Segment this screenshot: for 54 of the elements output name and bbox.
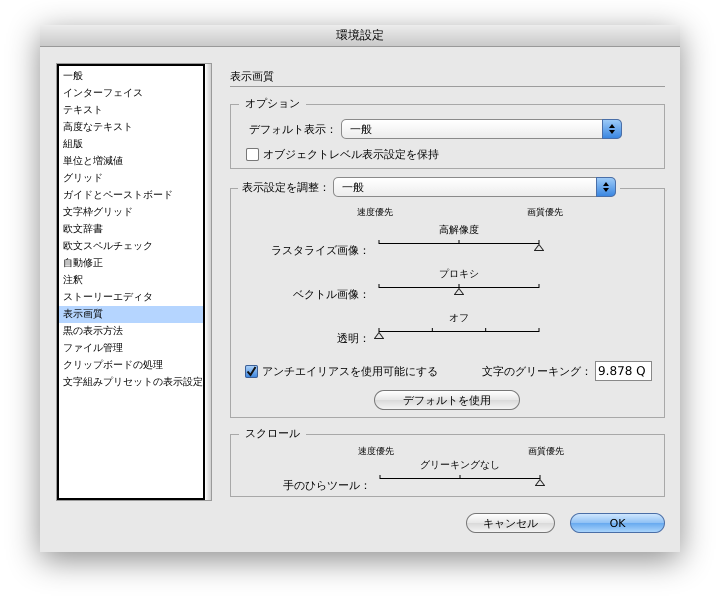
scale-label: 速度優先 bbox=[358, 446, 394, 458]
sidebar-item[interactable]: 注釈 bbox=[59, 272, 203, 289]
checkbox[interactable] bbox=[245, 364, 258, 378]
sidebar-item[interactable]: 表示画質 bbox=[59, 306, 203, 323]
slider-thumb[interactable] bbox=[535, 479, 545, 486]
section-title: 表示画質 bbox=[230, 63, 665, 87]
slider-label: 透明： bbox=[336, 332, 371, 346]
field-label: 表示設定を調整： bbox=[242, 180, 330, 194]
checkbox[interactable] bbox=[246, 148, 259, 161]
dropdown[interactable]: 一般 bbox=[341, 119, 622, 139]
slider-reading: グリーキングなし bbox=[419, 459, 501, 472]
sidebar-item[interactable]: テキスト bbox=[59, 102, 203, 119]
sidebar-item[interactable]: 高度なテキスト bbox=[59, 119, 203, 136]
slider-label: 手のひらツール： bbox=[282, 479, 372, 493]
default-button[interactable]: デフォルトを使用 bbox=[374, 390, 520, 410]
sidebar-item[interactable]: ストーリーエディタ bbox=[59, 289, 203, 306]
ok-button[interactable]: OK bbox=[570, 513, 665, 533]
scale-label: 画質優先 bbox=[527, 206, 563, 219]
sidebar-item[interactable]: 欧文辞書 bbox=[59, 221, 203, 238]
slider-thumb[interactable] bbox=[454, 288, 464, 295]
scale-label: 速度優先 bbox=[357, 206, 393, 219]
window-title: 環境設定 bbox=[40, 25, 680, 47]
group-legend: オプション bbox=[239, 97, 306, 111]
sidebar-item[interactable]: 組版 bbox=[59, 136, 203, 153]
slider-reading: オフ bbox=[448, 312, 470, 325]
slider-thumb[interactable] bbox=[374, 332, 384, 339]
sidebar-item[interactable]: 欧文スペルチェック bbox=[59, 238, 203, 255]
up-down-arrows-icon bbox=[602, 181, 610, 193]
slider-label: ラスタライズ画像： bbox=[270, 244, 371, 258]
checkbox-label: オブジェクトレベル表示設定を保持 bbox=[263, 147, 439, 162]
slider-reading: 高解像度 bbox=[438, 224, 480, 237]
cancel-button[interactable]: キャンセル bbox=[466, 513, 555, 533]
input-field[interactable]: 9.878 Q bbox=[595, 361, 652, 381]
sidebar-item[interactable]: 単位と増減値 bbox=[59, 153, 203, 170]
sidebar-item[interactable]: 一般 bbox=[59, 68, 203, 85]
field-label: 文字のグリーキング： bbox=[482, 364, 592, 378]
sidebar-item[interactable]: 黒の表示方法 bbox=[59, 323, 203, 340]
sidebar-item[interactable]: グリッド bbox=[59, 170, 203, 187]
sidebar-item[interactable]: クリップボードの処理 bbox=[59, 357, 203, 374]
checkbox-label: アンチエイリアスを使用可能にする bbox=[262, 364, 438, 378]
dropdown[interactable]: 一般 bbox=[333, 177, 616, 197]
up-down-arrows-icon bbox=[608, 123, 616, 135]
group-legend: スクロール bbox=[239, 427, 306, 441]
sidebar-item[interactable]: インターフェイス bbox=[59, 85, 203, 102]
sidebar-item[interactable]: 文字組みプリセットの表示設定 bbox=[59, 374, 203, 391]
slider-reading: プロキシ bbox=[438, 268, 480, 281]
slider-thumb[interactable] bbox=[534, 244, 544, 251]
scale-label: 画質優先 bbox=[528, 446, 564, 458]
sidebar-item[interactable]: 自動修正 bbox=[59, 255, 203, 272]
sidebar-item[interactable]: 文字枠グリッド bbox=[59, 204, 203, 221]
sidebar-item[interactable]: ファイル管理 bbox=[59, 340, 203, 357]
sidebar-item[interactable]: ガイドとペーストボード bbox=[59, 187, 203, 204]
slider-label: ベクトル画像： bbox=[292, 288, 371, 302]
field-label: デフォルト表示： bbox=[249, 122, 337, 136]
